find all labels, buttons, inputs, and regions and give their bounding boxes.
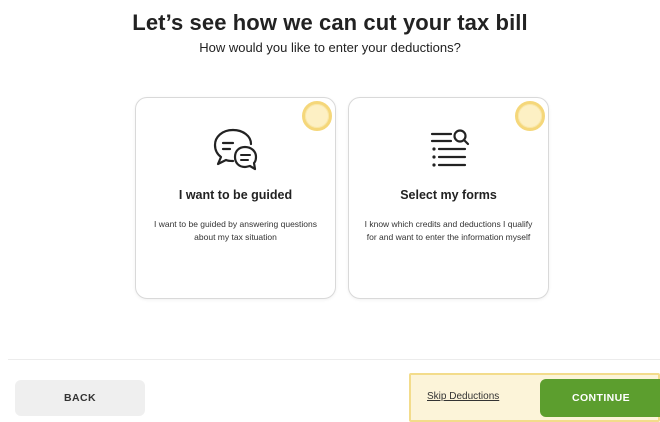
option-radio-guided[interactable] — [302, 101, 332, 131]
page-subtitle: How would you like to enter your deducti… — [199, 40, 461, 55]
skip-deductions-link[interactable]: Skip Deductions — [427, 391, 499, 402]
list-search-icon — [430, 129, 469, 167]
page-title: Let’s see how we can cut your tax bill — [132, 10, 528, 35]
highlighted-action-area: Skip Deductions CONTINUE — [409, 373, 660, 422]
option-card-select-forms[interactable]: Select my forms I know which credits and… — [348, 97, 549, 299]
option-radio-select-forms[interactable] — [515, 101, 545, 131]
continue-button[interactable]: CONTINUE — [540, 379, 660, 417]
chat-bubbles-icon — [213, 128, 257, 171]
option-card-guided[interactable]: I want to be guided I want to be guided … — [135, 97, 336, 299]
option-title: Select my forms — [400, 188, 497, 202]
footer-divider — [8, 359, 660, 360]
option-title: I want to be guided — [178, 188, 293, 202]
option-description: I want to be guided by answering questio… — [153, 219, 318, 242]
back-button[interactable]: BACK — [15, 380, 145, 416]
option-description: I know which credits and deductions I qu… — [364, 219, 533, 242]
